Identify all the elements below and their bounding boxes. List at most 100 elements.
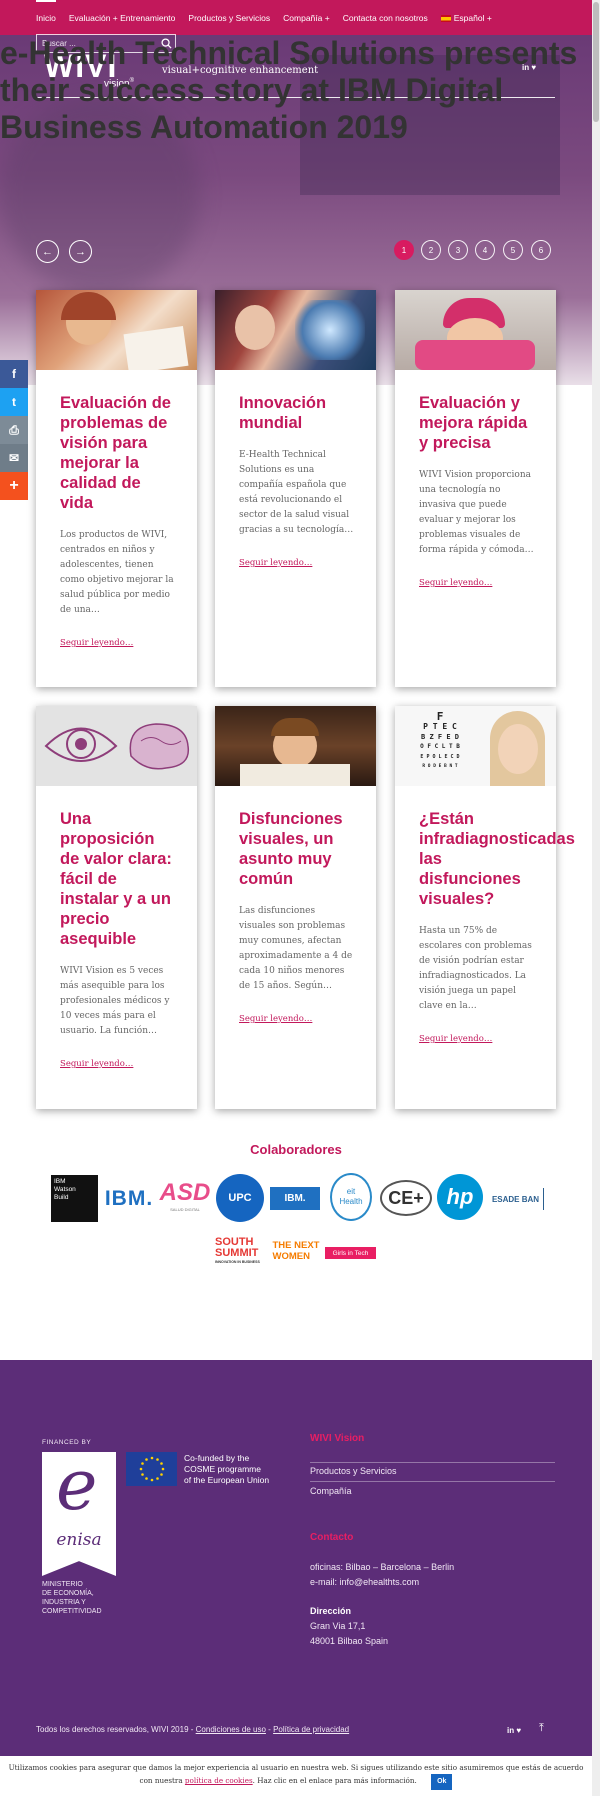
card-title[interactable]: Disfunciones visuales, un asunto muy com…: [239, 809, 354, 889]
slide-dot-2[interactable]: 2: [421, 240, 441, 260]
upc-logo[interactable]: UPC: [216, 1174, 264, 1222]
card-title[interactable]: Evaluación y mejora rápida y precisa: [419, 393, 534, 453]
slide-dot-4[interactable]: 4: [475, 240, 495, 260]
read-more-link[interactable]: Seguir leyendo…: [60, 1059, 175, 1069]
nav-item-inicio[interactable]: Inicio: [36, 0, 56, 23]
cookie-text-3: . Haz clic en el enlace para más informa…: [252, 1776, 417, 1785]
plus-icon: +: [324, 12, 330, 23]
nav-item-compania[interactable]: Compañía +: [283, 13, 330, 23]
card-excerpt: Hasta un 75% de escolares con problemas …: [419, 926, 532, 1011]
nav-item-compania-label: Compañía: [283, 12, 323, 23]
prev-slide-button[interactable]: ←: [36, 240, 59, 263]
card-image-eye-chart[interactable]: F P T E C B Z F E D O F C L T B E P O L …: [395, 706, 556, 786]
email-text[interactable]: e-mail: info@ehealthts.com: [310, 1577, 419, 1587]
cosme-label: Co-funded by the COSME programme of the …: [184, 1453, 270, 1485]
address-line1: Gran Via 17,1: [310, 1621, 366, 1631]
twitter-icon[interactable]: t: [0, 388, 28, 416]
nav-item-contacta[interactable]: Contacta con nosotros: [343, 13, 428, 23]
article-card: Disfunciones visuales, un asunto muy com…: [215, 706, 376, 1109]
footer-link-productos[interactable]: Productos y Servicios: [310, 1466, 397, 1476]
article-card: Evaluación de problemas de visión para m…: [36, 290, 197, 687]
footer-divider: [310, 1462, 555, 1463]
cookie-banner: Utilizamos cookies para asegurar que dam…: [0, 1756, 592, 1796]
enisa-logo[interactable]: e enisa: [42, 1452, 116, 1576]
email-icon[interactable]: ✉: [0, 444, 28, 472]
eit-health-logo[interactable]: eit Health: [330, 1173, 372, 1221]
card-excerpt: WIVI Vision es 5 veces más asequible par…: [60, 966, 170, 1036]
terms-link[interactable]: Condiciones de uso: [196, 1725, 266, 1734]
scrollbar[interactable]: [592, 0, 600, 1796]
card-image-boy-reading[interactable]: [215, 706, 376, 786]
read-more-link[interactable]: Seguir leyendo…: [239, 1014, 354, 1024]
scrollbar-thumb[interactable]: [593, 2, 599, 122]
ce-plus-logo[interactable]: CE+: [380, 1180, 432, 1216]
cookie-policy-link[interactable]: política de cookies: [185, 1776, 253, 1785]
nav-item-evaluacion[interactable]: Evaluación + Entrenamiento: [69, 13, 176, 23]
collaborators-title: Colaboradores: [250, 1142, 342, 1157]
cookie-text-2: con nuestra: [139, 1776, 183, 1785]
card-title[interactable]: Una proposición de valor clara: fácil de…: [60, 809, 175, 949]
footer-divider: [310, 1481, 555, 1482]
card-image-child-bike[interactable]: [395, 290, 556, 370]
card-title[interactable]: Innovación mundial: [239, 393, 354, 433]
plus-icon: +: [486, 12, 492, 23]
slide-dot-6[interactable]: 6: [531, 240, 551, 260]
read-more-link[interactable]: Seguir leyendo…: [419, 1034, 534, 1044]
slide-dot-5[interactable]: 5: [503, 240, 523, 260]
article-card: F P T E C B Z F E D O F C L T B E P O L …: [395, 706, 575, 1109]
card-excerpt: Los productos de WIVI, centrados en niño…: [60, 530, 174, 615]
article-card: Innovación mundial E-Health Technical So…: [215, 290, 376, 687]
financed-by-label: FINANCED BY: [42, 1439, 92, 1446]
esade-logo[interactable]: ESADE BAN: [488, 1188, 544, 1210]
asd-logo[interactable]: ASD SALUD DIGITAL: [160, 1175, 211, 1215]
legal-separator: -: [268, 1725, 271, 1734]
read-more-link[interactable]: Seguir leyendo…: [239, 558, 354, 568]
ibm-watson-logo[interactable]: IBM Watson Build: [51, 1175, 98, 1222]
back-to-top-icon[interactable]: ⤒: [539, 1722, 544, 1735]
cookie-text: Utilizamos cookies para asegurar que dam…: [8, 1763, 584, 1772]
card-image-child-drawing[interactable]: [36, 290, 197, 370]
card-image-eye-brain[interactable]: [36, 706, 197, 786]
the-next-women-logo[interactable]: THE NEXT WOMEN: [271, 1237, 321, 1265]
hero-title[interactable]: e-Health Technical Solutions presents th…: [0, 35, 592, 146]
slide-dot-1[interactable]: 1: [394, 240, 414, 260]
footer: FINANCED BY e enisa MINISTERIO DE ECONOM…: [0, 1360, 592, 1760]
top-nav: Inicio Evaluación + Entrenamiento Produc…: [0, 0, 592, 35]
card-image-innovation[interactable]: [215, 290, 376, 370]
footer-social-icons[interactable]: in ♥: [507, 1726, 521, 1735]
slide-dot-3[interactable]: 3: [448, 240, 468, 260]
footer-legal: Todos los derechos reservados, WIVI 2019…: [36, 1725, 349, 1734]
card-excerpt: E-Health Technical Solutions es una comp…: [239, 450, 354, 535]
next-slide-button[interactable]: →: [69, 240, 92, 263]
hp-logo[interactable]: hp: [437, 1174, 483, 1220]
ibm-logo[interactable]: IBM.: [104, 1185, 154, 1213]
facebook-icon[interactable]: f: [0, 360, 28, 388]
article-card: Evaluación y mejora rápida y precisa WIV…: [395, 290, 556, 687]
footer-link-compania[interactable]: Compañía: [310, 1486, 352, 1496]
offices-text: oficinas: Bilbao – Barcelona – Berlin: [310, 1562, 455, 1572]
nav-item-language[interactable]: Español +: [440, 12, 492, 23]
card-title[interactable]: ¿Están infradiagnosticadas las disfuncio…: [419, 809, 575, 909]
ministry-label: MINISTERIO DE ECONOMÍA, INDUSTRIA Y COMP…: [42, 1581, 102, 1615]
girls-in-tech-logo[interactable]: Girls in Tech: [325, 1247, 376, 1259]
print-icon[interactable]: ⎙: [0, 416, 28, 444]
card-excerpt: WIVI Vision proporciona una tecnología n…: [419, 470, 534, 555]
nav-item-productos[interactable]: Productos y Servicios: [188, 13, 270, 23]
article-card: Una proposición de valor clara: fácil de…: [36, 706, 197, 1109]
ibm-partner-logo[interactable]: IBM.: [270, 1187, 320, 1210]
spain-flag-icon: [440, 14, 451, 22]
copyright-text: Todos los derechos reservados, WIVI 2019…: [36, 1725, 194, 1734]
card-excerpt: Las disfunciones visuales son problemas …: [239, 906, 353, 991]
privacy-link[interactable]: Política de privacidad: [273, 1725, 349, 1734]
read-more-link[interactable]: Seguir leyendo…: [60, 638, 175, 648]
read-more-link[interactable]: Seguir leyendo…: [419, 578, 534, 588]
plus-icon[interactable]: +: [0, 472, 28, 500]
card-title[interactable]: Evaluación de problemas de visión para m…: [60, 393, 175, 513]
cookie-ok-button[interactable]: Ok: [431, 1774, 453, 1790]
wivi-vision-heading: WIVI Vision: [310, 1433, 365, 1444]
eye-chart: F P T E C B Z F E D O F C L T B E P O L …: [420, 710, 460, 769]
nav-item-language-label: Español: [453, 12, 485, 23]
address-heading: Dirección: [310, 1606, 352, 1616]
south-summit-logo[interactable]: SOUTH SUMMIT INNOVATION IN BUSINESS: [215, 1235, 267, 1267]
eu-flag-icon[interactable]: [126, 1452, 177, 1486]
